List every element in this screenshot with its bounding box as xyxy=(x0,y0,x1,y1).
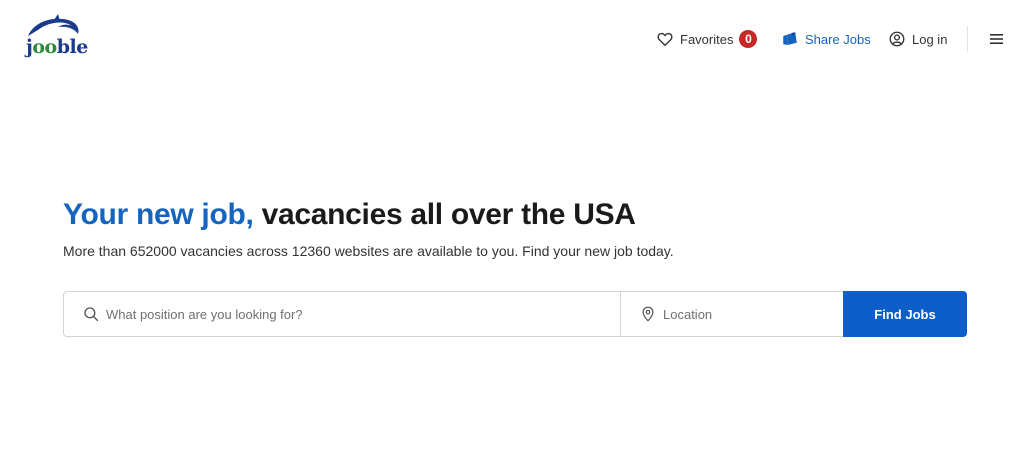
location-field[interactable] xyxy=(621,292,843,336)
menu-icon[interactable] xyxy=(988,30,1006,48)
title-rest: vacancies all over the USA xyxy=(253,198,636,231)
header-divider xyxy=(967,26,968,52)
share-icon xyxy=(783,32,797,45)
logo-text: jooble xyxy=(26,36,88,58)
find-jobs-button[interactable]: Find Jobs xyxy=(843,291,967,337)
title-accent: Your new job, xyxy=(63,198,254,231)
location-pin-icon xyxy=(642,306,654,322)
favorites-label: Favorites xyxy=(680,31,734,47)
location-input[interactable] xyxy=(663,306,843,322)
share-jobs-link[interactable]: Share Jobs xyxy=(781,28,871,50)
share-jobs-label: Share Jobs xyxy=(805,31,871,47)
user-icon xyxy=(889,31,905,47)
favorites-link[interactable]: Favorites 0 xyxy=(656,28,758,50)
site-header: jooble Favorites 0 Share Jobs Log in xyxy=(0,0,1024,80)
favorites-count-badge: 0 xyxy=(739,30,758,48)
position-input[interactable] xyxy=(106,306,620,322)
jooble-logo[interactable]: jooble xyxy=(24,14,88,60)
position-field[interactable] xyxy=(64,292,621,336)
login-link[interactable]: Log in xyxy=(888,28,947,50)
search-icon xyxy=(84,307,99,322)
heart-icon xyxy=(657,32,673,47)
login-label: Log in xyxy=(912,31,948,47)
page-title: Your new job, vacancies all over the USA xyxy=(63,198,636,232)
page-subtitle: More than 652000 vacancies across 12360 … xyxy=(63,243,674,259)
job-search-form: Find Jobs xyxy=(63,291,967,337)
